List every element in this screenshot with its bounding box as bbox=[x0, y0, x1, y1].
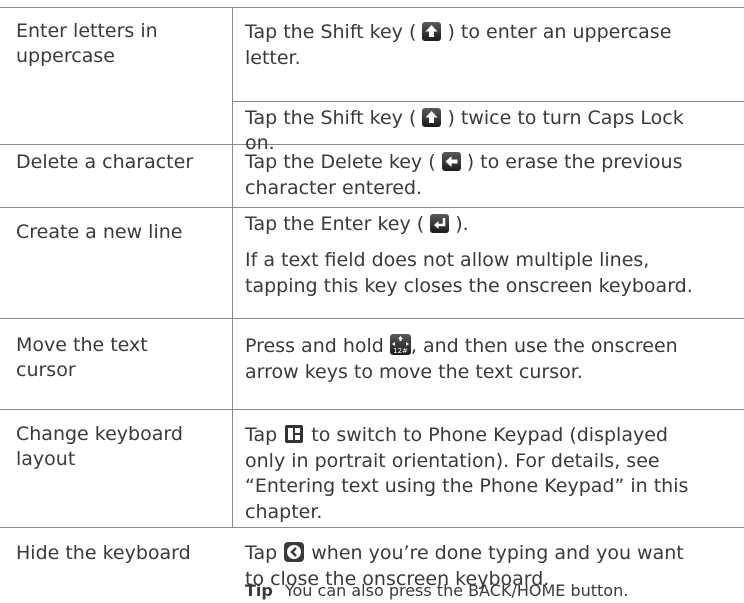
row-rule bbox=[0, 144, 744, 145]
row-label: layout bbox=[16, 448, 76, 470]
row-tip: Tip You can also press the BACK/HOME butt… bbox=[245, 578, 628, 603]
row-description: tapping this key closes the onscreen key… bbox=[245, 275, 693, 297]
row-description: Tap the Shift key ( ) to enter an upperc… bbox=[245, 21, 672, 43]
tip-label: Tip bbox=[245, 581, 273, 600]
shift-key-icon bbox=[422, 22, 442, 41]
row-rule bbox=[0, 318, 744, 319]
row-label: uppercase bbox=[16, 45, 115, 67]
row-label: cursor bbox=[16, 359, 76, 381]
delete-key-icon bbox=[441, 152, 461, 171]
row-label: Enter letters in bbox=[16, 20, 158, 42]
row-label: Hide the keyboard bbox=[16, 542, 191, 564]
tip-text: You can also press the BACK/HOME button. bbox=[284, 581, 629, 600]
row-description: “Entering text using the Phone Keypad” i… bbox=[245, 475, 689, 497]
row-description: Tap to switch to Phone Keypad (displayed bbox=[245, 423, 668, 452]
row-description: arrow keys to move the text cursor. bbox=[245, 361, 583, 383]
row-description: only in portrait orientation). For detai… bbox=[245, 450, 660, 472]
row-description: Press and hold 12#, and then use the ons… bbox=[245, 334, 678, 357]
row-label: Move the text bbox=[16, 334, 148, 356]
row-description: If a text field does not allow multiple … bbox=[245, 249, 650, 271]
row-description: chapter. bbox=[245, 501, 323, 523]
row-description: character entered. bbox=[245, 177, 423, 199]
cursor-key-icon: 12# bbox=[389, 334, 411, 355]
row-label: Change keyboard bbox=[16, 423, 183, 445]
shift-key-icon bbox=[422, 108, 442, 127]
row-rule bbox=[0, 527, 744, 528]
svg-text:12#: 12# bbox=[393, 347, 408, 355]
hide-keyboard-icon bbox=[283, 541, 305, 570]
row-label: Create a new line bbox=[16, 221, 183, 243]
row-inner-rule bbox=[233, 101, 744, 102]
row-rule bbox=[0, 409, 744, 410]
row-description: letter. bbox=[245, 47, 301, 69]
row-description: Tap when you’re done typing and you want bbox=[245, 541, 684, 570]
table-top-rule bbox=[0, 7, 744, 8]
column-divider bbox=[232, 7, 233, 527]
row-description: Tap the Delete key ( ) to erase the prev… bbox=[245, 151, 683, 173]
enter-key-icon bbox=[430, 214, 450, 233]
keyboard-layout-icon bbox=[283, 423, 305, 452]
row-description: Tap the Enter key ( ). bbox=[245, 213, 469, 235]
row-rule bbox=[0, 207, 744, 208]
row-description: Tap the Shift key ( ) twice to turn Caps… bbox=[245, 107, 684, 129]
row-label: Delete a character bbox=[16, 151, 194, 173]
